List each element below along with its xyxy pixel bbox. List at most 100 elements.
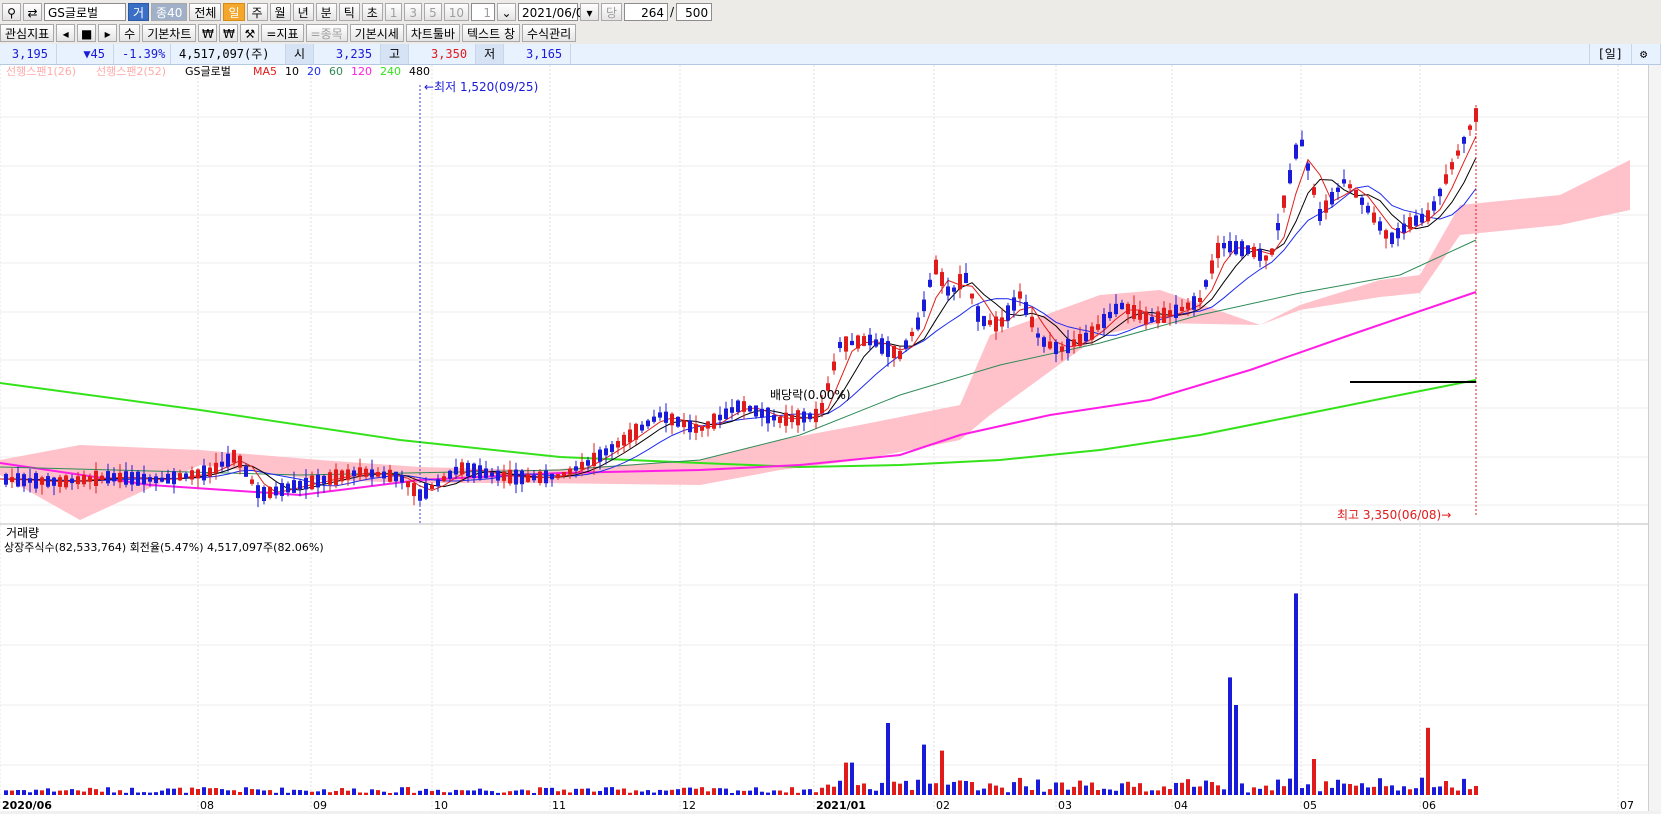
period-day-tab[interactable]: 일 [223,2,245,21]
volume-bar [1396,790,1400,795]
stock-name-input[interactable]: GS글로벌 [44,2,126,21]
multiplier-5[interactable]: 5 [424,2,442,21]
volume-bar [202,787,206,795]
candle-body [34,473,38,489]
volume-bar [754,787,758,795]
volume-bar [568,792,572,795]
candle-body [1390,232,1394,244]
volume-bar [1474,785,1478,795]
date-input[interactable]: 2021/06/08 [517,2,591,21]
volume-bar [268,790,272,795]
volume-bar [1144,791,1148,795]
volume-bar [382,791,386,795]
volume-bar [610,787,614,795]
coin-icon[interactable]: ₩ [198,23,218,42]
period-tick-tab[interactable]: 틱 [338,2,360,21]
multiplier-3[interactable]: 3 [404,2,423,21]
candle-body [922,299,926,312]
settings-icon[interactable]: ⚙ [1632,44,1661,64]
candle-body [808,413,812,420]
volume-bar [1096,790,1100,795]
price-chart-svg[interactable]: 선행스팬1(26) 선행스팬2(52) GS글로벌 MA 5 10 20 60 120 2… [0,65,1648,812]
volume-bar [988,783,992,795]
candle-body [184,473,188,479]
volume-bar [1180,782,1184,795]
period-week-tab[interactable]: 주 [246,2,268,21]
tool-icon[interactable]: ⚒ [240,23,260,42]
volume-bar [1066,789,1070,795]
candle-body [1378,221,1382,231]
interval-dropdown-icon[interactable]: ⌄ [496,2,516,21]
nav-prev-button[interactable]: ◂ [56,23,76,42]
volume-bar [370,789,374,795]
volume-bar [1414,788,1418,795]
candle-body [688,420,692,433]
volume-bar [586,788,590,795]
candle-body [958,274,962,290]
volume-bar [136,792,140,795]
period-minute-tab[interactable]: 분 [315,2,337,21]
range-all-button[interactable]: 전체 [189,2,222,21]
volume-bar [1126,781,1130,795]
multiplier-1[interactable]: 1 [384,2,403,21]
volume-value: 4,517,097(주) [171,44,286,64]
period-year-tab[interactable]: 년 [292,2,314,21]
candle-body [622,434,626,446]
volume-bar [250,789,254,795]
period-second-tab[interactable]: 초 [361,2,383,21]
candle-body [1126,303,1130,315]
code-mode-button[interactable]: 거 [128,2,150,21]
candle-body [1054,341,1058,355]
chart-area[interactable]: 선행스팬1(26) 선행스팬2(52) GS글로벌 MA 5 10 20 60 120 2… [0,65,1648,812]
candle-body [1402,223,1406,233]
interest-indicator-button[interactable]: 관심지표 [0,23,55,42]
su-button[interactable]: 수 [119,23,141,42]
max-count-input[interactable]: 500 [676,2,713,21]
chart-toolbar-button[interactable]: 차트툴바 [405,23,461,42]
nav-stop-button[interactable]: ■ [77,23,97,42]
won-icon[interactable]: ₩ [219,23,239,42]
volume-bar [322,789,326,795]
interval-input[interactable]: 1 [470,2,495,21]
multiplier-10[interactable]: 10 [443,2,469,21]
volume-bar [1000,787,1004,795]
search-icon[interactable]: ⚲ [2,2,21,21]
candle-body [844,336,848,352]
candle-body [796,410,800,426]
refresh-icon[interactable]: ⇄ [23,2,42,21]
candle-body [1090,326,1094,340]
stock-item-button[interactable]: =종목 [305,23,348,42]
candle-body [1240,241,1244,257]
volume-bar [604,787,608,795]
volume-bar [970,782,974,795]
candle-body [910,331,914,337]
legend-ma-20: 20 [307,65,321,78]
volume-bar [424,788,428,795]
basic-quote-button[interactable]: 기본시세 [349,23,404,42]
basic-chart-button[interactable]: 기본차트 [142,23,197,42]
group-badge[interactable]: 종40 [151,2,188,21]
candle-body [856,335,860,349]
candle-body [736,400,740,412]
period-month-tab[interactable]: 월 [269,2,291,21]
volume-bar [1378,778,1382,795]
volume-bar [1312,759,1316,795]
volume-bar [1288,778,1292,795]
volume-bar [1210,782,1214,795]
text-window-button[interactable]: 텍스트 창 [462,23,520,42]
candle-body [1084,332,1088,342]
count-input[interactable]: 264 [624,2,669,21]
nav-next-button[interactable]: ▸ [98,23,118,42]
volume-bar [130,787,134,795]
volume-bar [118,790,122,795]
x-axis-tick-label: 2020/06 [2,799,52,811]
candle-body [1066,338,1070,354]
volume-bar [976,790,980,795]
vertical-scrollbar[interactable] [1648,65,1661,811]
volume-bar [238,791,242,795]
indicator-button[interactable]: =지표 [261,23,304,42]
formula-manage-button[interactable]: 수식관리 [522,23,577,42]
date-dropdown-icon[interactable]: ▾ [579,2,599,21]
date-label[interactable]: 당 [600,2,623,21]
candle-body [664,411,668,423]
